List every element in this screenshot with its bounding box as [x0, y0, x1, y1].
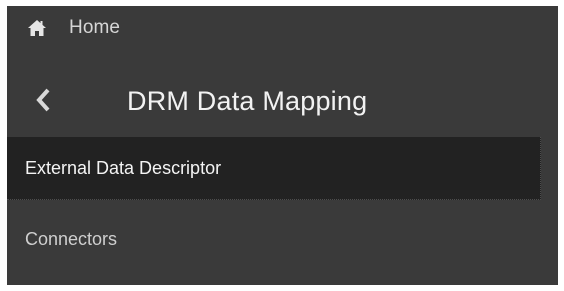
nav-item-label: Connectors	[25, 229, 118, 249]
nav-item-label: External Data Descriptor	[25, 158, 222, 178]
nav-item-connectors[interactable]: Connectors	[7, 209, 540, 271]
title-bar: DRM Data Mapping	[7, 76, 558, 128]
navigation-panel: Home DRM Data Mapping External Data Desc…	[7, 6, 558, 285]
chevron-left-icon[interactable]	[33, 87, 53, 113]
page-title: DRM Data Mapping	[127, 86, 368, 116]
home-link[interactable]: Home	[7, 6, 558, 52]
home-icon	[27, 19, 47, 37]
home-label: Home	[69, 17, 121, 38]
nav-item-external-data-descriptor[interactable]: External Data Descriptor	[7, 137, 541, 200]
